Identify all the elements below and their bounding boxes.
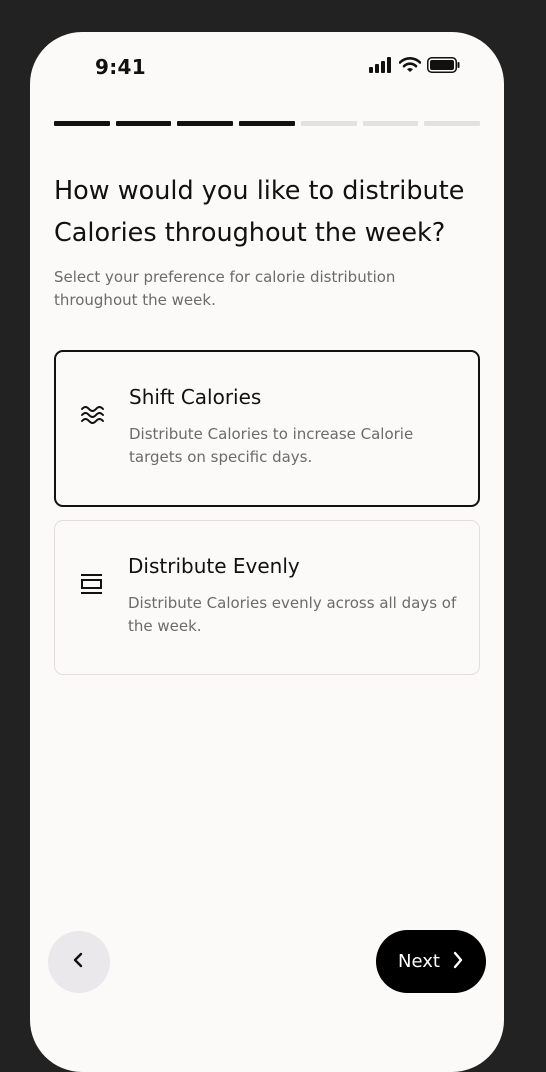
- next-button[interactable]: Next: [376, 930, 486, 993]
- option-description: Distribute Calories to increase Calorie …: [129, 425, 414, 466]
- next-button-label: Next: [398, 951, 440, 972]
- waves-icon: [80, 402, 106, 428]
- progress-segment: [300, 121, 357, 126]
- option-title: Shift Calories: [129, 385, 262, 409]
- battery-icon: [427, 57, 460, 77]
- progress-segment: [362, 121, 419, 126]
- status-bar: 9:41: [30, 32, 504, 104]
- page-subtitle: Select your preference for calorie distr…: [54, 268, 396, 309]
- status-icons: [369, 57, 460, 77]
- stacked-bars-icon: [79, 571, 105, 597]
- progress-segment: [177, 121, 234, 126]
- chevron-left-icon: [72, 952, 86, 972]
- chevron-right-icon: [452, 951, 464, 973]
- status-time: 9:41: [95, 55, 146, 79]
- page-title: How would you like to distribute Calorie…: [54, 176, 465, 248]
- progress-bar: [54, 121, 481, 126]
- phone-screen: 9:41 How would you like to distribute Ca…: [30, 32, 504, 1072]
- back-button[interactable]: [48, 931, 110, 993]
- progress-segment: [115, 121, 172, 126]
- progress-segment: [424, 121, 481, 126]
- wifi-icon: [398, 57, 422, 77]
- option-description: Distribute Calories evenly across all da…: [128, 594, 457, 635]
- option-title: Distribute Evenly: [128, 554, 300, 578]
- option-shift-calories[interactable]: Shift Calories Distribute Calories to in…: [54, 350, 480, 507]
- option-distribute-evenly[interactable]: Distribute Evenly Distribute Calories ev…: [54, 520, 480, 675]
- cellular-signal-icon: [369, 57, 393, 77]
- progress-segment: [54, 121, 110, 126]
- progress-segment: [239, 121, 295, 126]
